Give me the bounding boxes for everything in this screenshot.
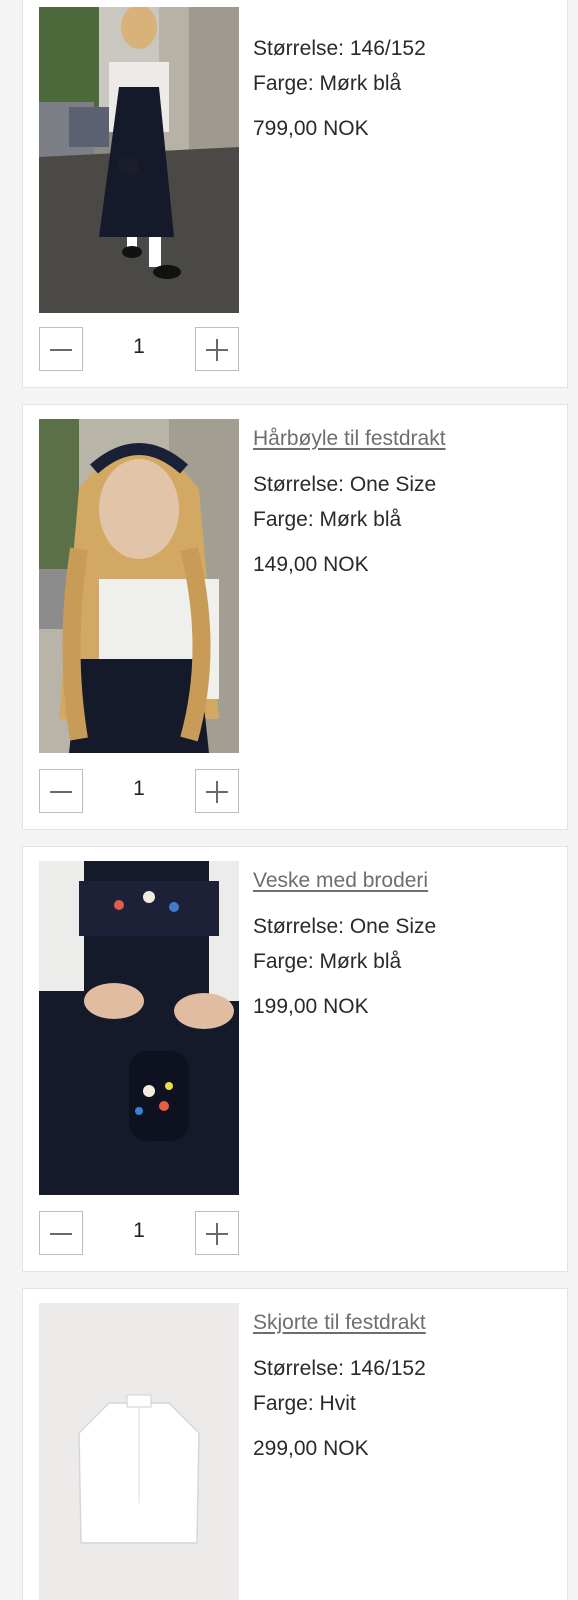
quantity-value[interactable]: 1 <box>109 335 169 359</box>
item-color: Farge: Mørk blå <box>253 72 402 95</box>
product-name-link[interactable]: Veske med broderi <box>253 867 559 895</box>
item-color: Farge: Hvit <box>253 1392 356 1415</box>
decrease-quantity-button[interactable] <box>39 327 83 371</box>
product-image[interactable] <box>39 1303 239 1600</box>
item-price: 199,00 NOK <box>253 995 369 1018</box>
increase-quantity-button[interactable] <box>195 1211 239 1255</box>
minus-icon <box>50 1233 72 1235</box>
product-name-link[interactable]: Hårbøyle til festdrakt <box>253 425 559 453</box>
item-size: Størrelse: 146/152 <box>253 1357 426 1380</box>
decrease-quantity-button[interactable] <box>39 769 83 813</box>
photo-embroidered-bag <box>39 861 239 1195</box>
increase-quantity-button[interactable] <box>195 327 239 371</box>
cart-item: Hårbøyle til festdrakt Størrelse: One Si… <box>22 404 568 830</box>
item-size: Størrelse: 146/152 <box>253 37 426 60</box>
photo-girl-dress <box>39 7 239 313</box>
quantity-stepper: 1 <box>39 327 241 373</box>
product-image[interactable] <box>39 7 239 313</box>
minus-icon <box>50 349 72 351</box>
product-image[interactable] <box>39 861 239 1195</box>
increase-quantity-button[interactable] <box>195 769 239 813</box>
cart-page: Størrelse: 146/152 Farge: Mørk blå 799,0… <box>0 0 578 1600</box>
item-price: 799,00 NOK <box>253 117 369 140</box>
quantity-stepper: 1 <box>39 1211 241 1257</box>
item-color: Farge: Mørk blå <box>253 508 402 531</box>
photo-girl-headband <box>39 419 239 753</box>
decrease-quantity-button[interactable] <box>39 1211 83 1255</box>
item-price: 149,00 NOK <box>253 553 369 576</box>
cart-item: Skjorte til festdrakt Størrelse: 146/152… <box>22 1288 568 1600</box>
quantity-stepper: 1 <box>39 769 241 815</box>
item-price: 299,00 NOK <box>253 1437 369 1460</box>
minus-icon <box>50 791 72 793</box>
quantity-value[interactable]: 1 <box>109 777 169 801</box>
item-size: Størrelse: One Size <box>253 915 437 938</box>
item-color: Farge: Mørk blå <box>253 950 402 973</box>
product-name-link[interactable]: Skjorte til festdrakt <box>253 1309 559 1337</box>
cart-item: Veske med broderi Størrelse: One Size Fa… <box>22 846 568 1272</box>
item-size: Størrelse: One Size <box>253 473 437 496</box>
cart-item: Størrelse: 146/152 Farge: Mørk blå 799,0… <box>22 0 568 388</box>
photo-white-shirt <box>39 1303 239 1600</box>
quantity-value[interactable]: 1 <box>109 1219 169 1243</box>
product-image[interactable] <box>39 419 239 753</box>
